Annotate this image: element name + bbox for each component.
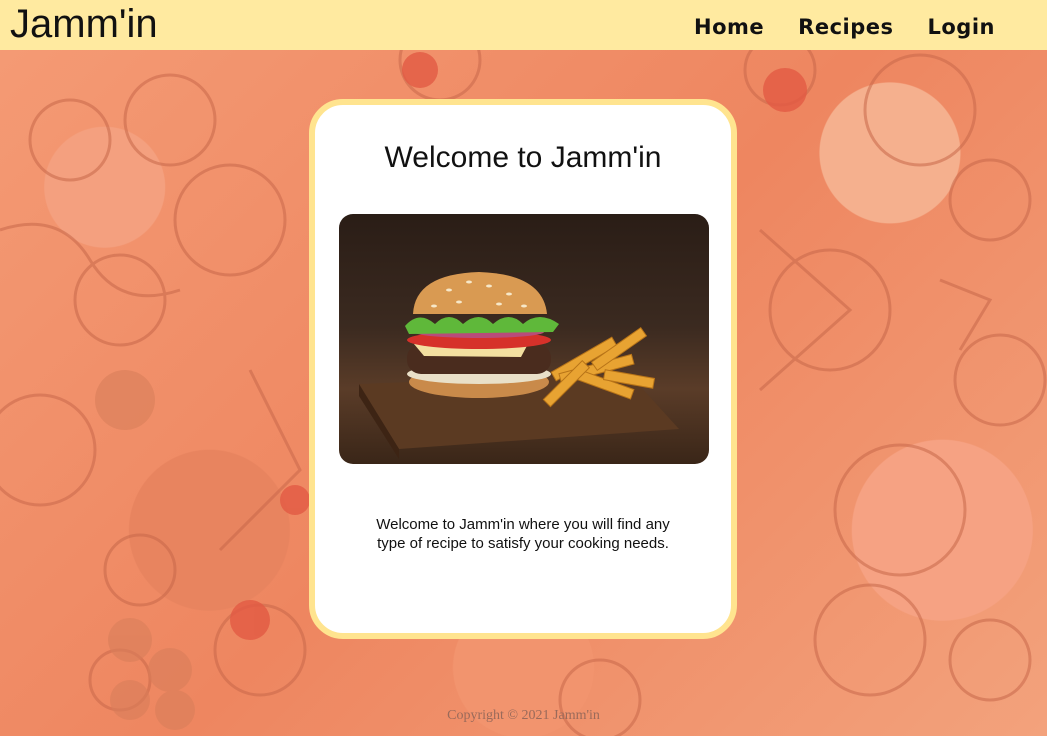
top-navbar: Jamm'in Home Recipes Login (0, 0, 1047, 50)
burger-illustration (359, 272, 679, 459)
nav-recipes-link[interactable]: Recipes (798, 13, 893, 41)
welcome-card: Welcome to Jamm'in Welcome to Jamm'in wh… (309, 99, 737, 639)
brand-logo[interactable]: Jamm'in (10, 1, 158, 47)
main-nav: Home Recipes Login (694, 13, 995, 41)
welcome-description: Welcome to Jamm'in where you will find a… (376, 516, 670, 552)
nav-home-link[interactable]: Home (694, 13, 764, 41)
page-title: Welcome to Jamm'in (384, 141, 662, 174)
burger-photo (339, 214, 709, 464)
nav-login-link[interactable]: Login (928, 13, 996, 41)
footer-copyright: Copyright © 2021 Jamm'in (447, 708, 600, 723)
